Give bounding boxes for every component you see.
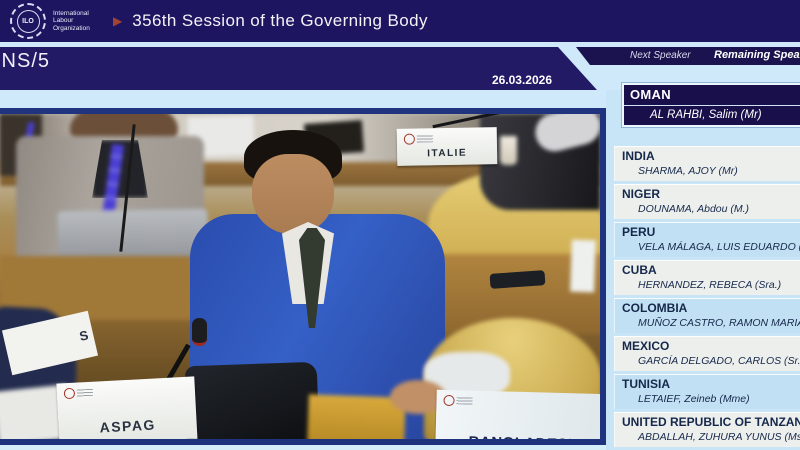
paper-cup <box>500 136 517 165</box>
queue-country: NIGER <box>614 184 800 201</box>
app-header: ILO International Labour Organization ▶ … <box>0 0 800 42</box>
queue-name: DOUNAMA, Abdou (M.) <box>614 201 800 215</box>
video-feed[interactable]: ITALIE S ASPAG BANGLADESH <box>0 108 606 445</box>
queue-name: GARCÍA DELGADO, CARLOS (Sr.) <box>614 353 800 367</box>
nameplate-italie: ITALIE <box>397 127 498 166</box>
speaker-queue-row: COLOMBIA MUÑOZ CASTRO, RAMON MARIA (Sr.) <box>614 298 800 333</box>
org-name: International Labour Organization <box>53 10 111 33</box>
queue-name: SHARMA, AJOY (Mr) <box>614 163 800 177</box>
speaker-face <box>252 154 334 234</box>
queue-country: CUBA <box>614 260 800 277</box>
speaker-queue-row: UNITED REPUBLIC OF TANZANIA (Ms) ABDALLA… <box>614 412 800 447</box>
queue-country: PERU <box>614 222 800 239</box>
speaker-queue-row: NIGER DOUNAMA, Abdou (M.) <box>614 184 800 219</box>
session-date: 26.03.2026 <box>492 73 552 87</box>
black-laptop <box>185 362 320 439</box>
bottom-strip <box>0 445 606 450</box>
nameplate-bangladesh: BANGLADESH <box>435 390 600 439</box>
webcast-page: ILO International Labour Organization ▶ … <box>0 0 800 450</box>
subheader-band-lower <box>0 90 606 108</box>
speaker-queue-row: MEXICO GARCÍA DELGADO, CARLOS (Sr.) <box>614 336 800 371</box>
next-speaker-country: OMAN <box>624 85 800 106</box>
queue-name: LETAIEF, Zeineb (Mme) <box>614 391 800 405</box>
queue-country: INDIA <box>614 146 800 163</box>
speaker-queue-row: CUBA HERNANDEZ, REBECA (Sra.) <box>614 260 800 295</box>
document-reference: INS/5 <box>0 50 50 73</box>
queue-name: HERNANDEZ, REBECA (Sra.) <box>614 277 800 291</box>
next-speaker-name: AL RAHBI, Salim (Mr) <box>624 106 800 125</box>
play-arrow-icon: ▶ <box>113 14 122 28</box>
nameplate-aspag: ASPAG <box>56 376 197 439</box>
speaker-queue-row: INDIA SHARMA, AJOY (Mr) <box>614 146 800 181</box>
page-title: 356th Session of the Governing Body <box>132 11 428 31</box>
ilo-plate-logo-icon <box>404 134 415 145</box>
queue-country: TUNISIA <box>614 374 800 391</box>
conference-room-scene: ITALIE S ASPAG BANGLADESH <box>0 114 600 439</box>
queue-name: VELA MÁLAGA, LUIS EDUARDO (Sr.) <box>614 239 800 253</box>
queue-country: COLOMBIA <box>614 298 800 315</box>
speaker-queue-row: PERU VELA MÁLAGA, LUIS EDUARDO (Sr.) <box>614 222 800 257</box>
subheader-bar: INS/5 26.03.2026 <box>0 47 600 90</box>
queue-country: MEXICO <box>614 336 800 353</box>
next-speaker-card: OMAN AL RAHBI, Salim (Mr) <box>622 83 800 127</box>
remaining-speakers-label: Remaining Speakers <box>714 49 800 61</box>
speaker-queue-row: TUNISIA LETAIEF, Zeineb (Mme) <box>614 374 800 409</box>
ilo-plate-logo-icon <box>64 388 76 400</box>
nameplate-side <box>570 240 596 293</box>
queue-name: ABDALLAH, ZUHURA YUNUS (Ms) <box>614 429 800 443</box>
queue-country: UNITED REPUBLIC OF TANZANIA (Ms) <box>614 412 800 429</box>
next-speaker-label: Next Speaker <box>630 50 691 61</box>
ilo-logo-icon: ILO <box>10 3 46 39</box>
speaker-panel-header: Next Speaker Remaining Speakers <box>572 47 800 65</box>
ilo-plate-logo-icon <box>443 395 454 406</box>
queue-name: MUÑOZ CASTRO, RAMON MARIA (Sr.) <box>614 315 800 329</box>
microphone-icon <box>192 318 207 346</box>
speaker-queue: INDIA SHARMA, AJOY (Mr) NIGER DOUNAMA, A… <box>614 146 800 450</box>
